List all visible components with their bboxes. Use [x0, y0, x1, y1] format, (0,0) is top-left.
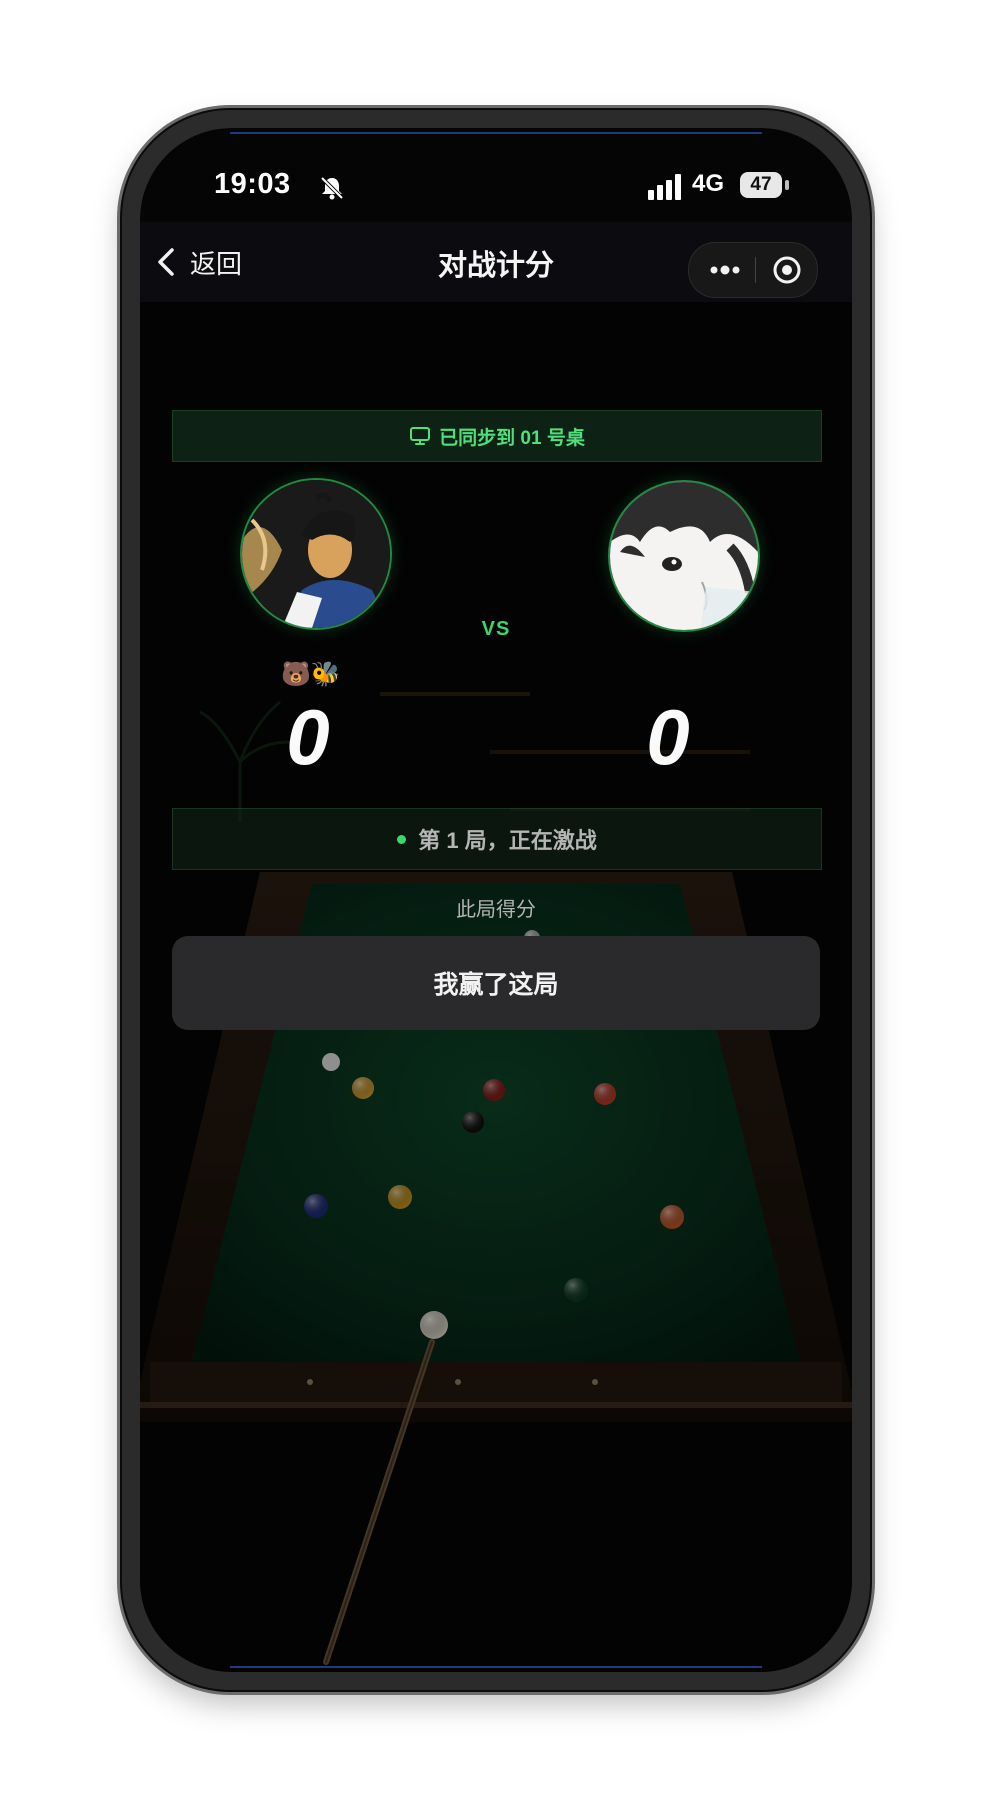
round-score-label: 此局得分 [456, 899, 536, 921]
network-type: 4G [692, 170, 725, 197]
win-round-button[interactable]: 我赢了这局 [172, 936, 820, 1030]
player-left-avatar[interactable] [240, 478, 392, 630]
capsule-divider [755, 257, 756, 283]
target-close-icon[interactable] [765, 250, 809, 290]
more-dots-icon[interactable] [703, 250, 747, 290]
phone-screen: 19:03 4G 47 返回 对战计分 已同步到 01 号桌 VS 🐻🐝 0 0… [140, 128, 852, 1672]
live-status-dot [397, 834, 407, 844]
player-right-score: 0 [646, 693, 690, 781]
vs-label: VS [481, 618, 511, 640]
cellular-signal-icon [648, 174, 681, 200]
battery-tip [785, 180, 789, 190]
round-status-banner: 第 1 局，正在激战 [172, 808, 822, 870]
mini-program-capsule [688, 242, 818, 298]
player-left-score: 0 [286, 693, 330, 781]
player-left-badges: 🐻🐝 [281, 660, 341, 688]
bell-off-icon [320, 176, 344, 200]
sync-banner-text: 已同步到 01 号桌 [439, 427, 585, 449]
round-status-text: 第 1 局，正在激战 [418, 828, 597, 853]
status-bar: 19:03 4G 47 [140, 128, 852, 218]
monitor-icon [410, 427, 431, 445]
battery-level: 47 [740, 172, 782, 198]
status-time: 19:03 [214, 168, 291, 200]
screen-edge-highlight-bottom [230, 1666, 762, 1668]
sync-banner: 已同步到 01 号桌 [172, 410, 822, 462]
player-right-avatar[interactable] [608, 480, 760, 632]
navigation-bar: 返回 对战计分 [140, 222, 852, 302]
